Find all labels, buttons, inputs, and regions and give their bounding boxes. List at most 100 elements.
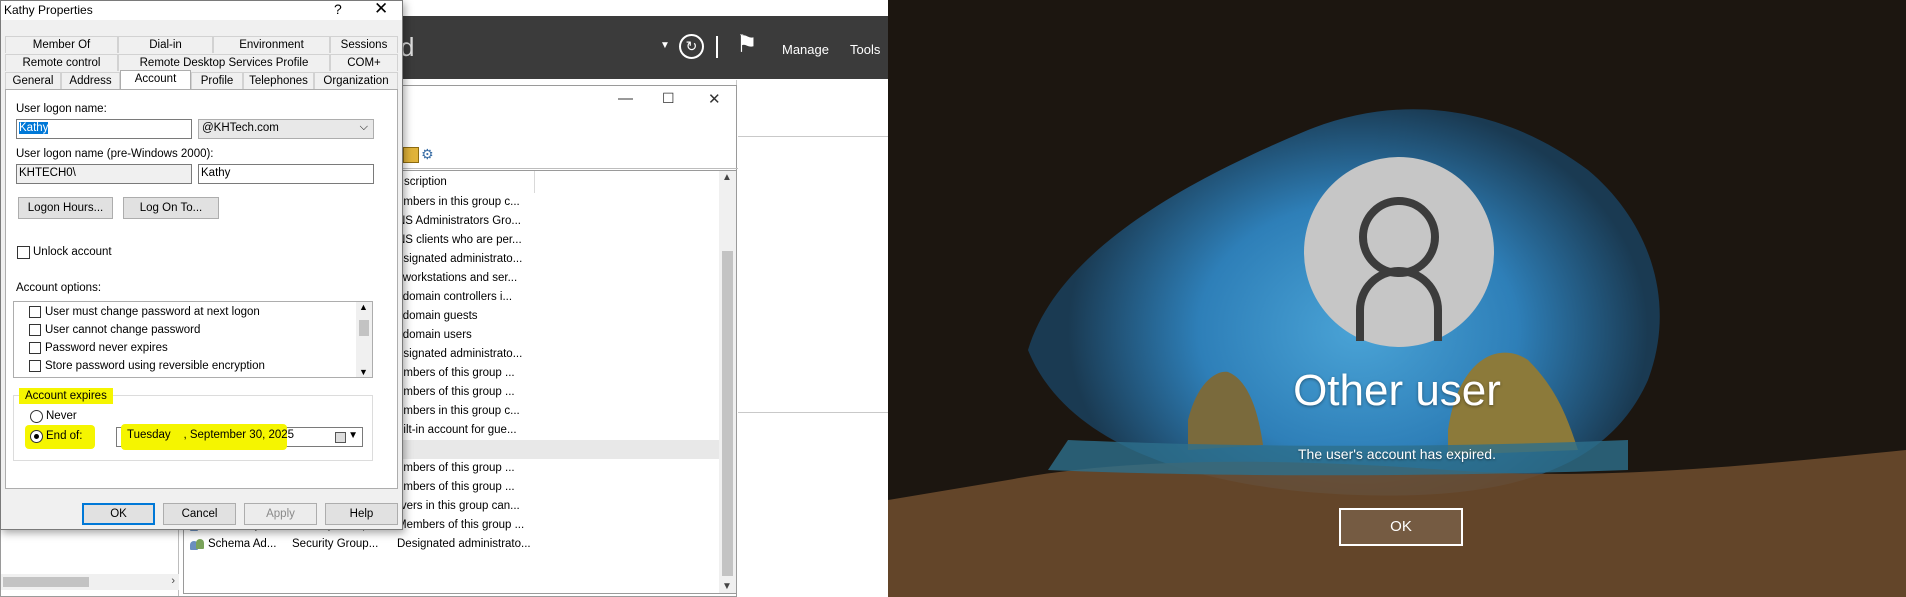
- logon-hours-button[interactable]: Logon Hours...: [18, 197, 113, 219]
- row-description: rvers in this group can...: [397, 500, 520, 512]
- dialog-title: Kathy Properties: [4, 3, 93, 17]
- option-checkbox[interactable]: [29, 306, 41, 318]
- tab-profile[interactable]: Profile: [191, 72, 243, 89]
- scroll-down-icon[interactable]: ▼: [722, 581, 732, 592]
- tab-rds-profile[interactable]: Remote Desktop Services Profile: [118, 54, 330, 71]
- table-row[interactable]: Schema Ad... Security Group... Designated …: [184, 535, 724, 554]
- row-description: NS Administrators Gro...: [397, 215, 521, 227]
- cancel-button[interactable]: Cancel: [163, 503, 236, 525]
- row-description: l domain controllers i...: [397, 291, 513, 303]
- scroll-up-icon[interactable]: ▲: [722, 172, 732, 183]
- server-manager-rule: [738, 412, 888, 413]
- user-icon: [1359, 197, 1439, 277]
- never-radio[interactable]: [30, 410, 43, 423]
- user-avatar: [1304, 157, 1494, 347]
- row-description: embers of this group ...: [397, 462, 515, 474]
- tab-environment[interactable]: Environment: [213, 36, 330, 53]
- option-checkbox[interactable]: [29, 324, 41, 336]
- account-options-label: Account options:: [16, 282, 102, 294]
- pre2000-domain-value: KHTECH0\: [19, 167, 76, 179]
- column-header-description[interactable]: scription: [404, 176, 447, 188]
- help-icon[interactable]: ?: [334, 1, 342, 17]
- refresh-icon[interactable]: ↻: [679, 34, 704, 59]
- option-checkbox[interactable]: [29, 360, 41, 372]
- tab-sessions[interactable]: Sessions: [330, 36, 398, 53]
- log-on-to-button[interactable]: Log On To...: [123, 197, 219, 219]
- upn-suffix-value: @KHTech.com: [202, 122, 279, 134]
- row-description: NS clients who are per...: [397, 234, 522, 246]
- server-manager-rule: [738, 136, 888, 137]
- minimize-icon[interactable]: —: [618, 90, 633, 107]
- tab-member-of[interactable]: Member Of: [5, 36, 118, 53]
- logon-name-input[interactable]: Kathy: [16, 119, 192, 139]
- scrollbar-thumb[interactable]: [359, 320, 369, 336]
- scrollbar-thumb[interactable]: [3, 577, 89, 587]
- folder-icon[interactable]: [403, 147, 419, 163]
- tab-remote-control[interactable]: Remote control: [5, 54, 118, 71]
- option-checkbox[interactable]: [29, 342, 41, 354]
- calendar-icon[interactable]: [335, 432, 346, 443]
- manage-menu[interactable]: Manage: [782, 42, 829, 57]
- apply-button[interactable]: Apply: [244, 503, 317, 525]
- tab-dial-in[interactable]: Dial-in: [118, 36, 213, 53]
- scroll-up-icon[interactable]: ▲: [359, 302, 368, 312]
- dropdown-arrow-icon[interactable]: ▼: [660, 40, 670, 51]
- end-of-label: End of:: [46, 430, 83, 442]
- tab-general[interactable]: General: [5, 72, 61, 89]
- tab-telephones[interactable]: Telephones: [243, 72, 314, 89]
- help-button[interactable]: Help: [325, 503, 398, 525]
- logon-name-label: User logon name:: [16, 103, 107, 115]
- row-description: Members of this group ...: [397, 519, 525, 531]
- row-type: Security Group...: [292, 538, 379, 550]
- lock-screen: Other user The user's account has expire…: [888, 0, 1906, 597]
- row-name: Schema Ad...: [208, 538, 277, 550]
- column-separator: [534, 171, 535, 193]
- tools-menu[interactable]: Tools: [850, 42, 880, 57]
- tree-horizontal-scrollbar[interactable]: ›: [1, 574, 179, 590]
- account-expires-label: Account expires: [19, 388, 113, 404]
- user-icon-body: [1356, 267, 1442, 341]
- unlock-account-checkbox[interactable]: [17, 246, 30, 259]
- chevron-down-icon[interactable]: ▼: [348, 430, 358, 441]
- row-description: embers of this group ...: [397, 481, 515, 493]
- server-manager-header: d ▼ ↻ ⚑ Manage Tools: [400, 16, 888, 79]
- row-description: Designated administrato...: [397, 538, 531, 550]
- list-vertical-scrollbar[interactable]: ▲ ▼: [719, 171, 736, 593]
- pre2000-user-input[interactable]: Kathy: [198, 164, 374, 184]
- tab-address[interactable]: Address: [61, 72, 120, 89]
- row-description: embers in this group c...: [397, 196, 520, 208]
- pre2000-user-value: Kathy: [201, 167, 231, 179]
- tab-organization[interactable]: Organization: [314, 72, 398, 89]
- close-icon[interactable]: ✕: [708, 90, 721, 108]
- find-users-icon[interactable]: ⚙: [421, 146, 434, 163]
- pre2000-domain-field: KHTECH0\: [16, 164, 192, 184]
- close-icon[interactable]: ✕: [374, 0, 388, 19]
- scrollbar-thumb[interactable]: [722, 251, 733, 576]
- options-vertical-scrollbar[interactable]: ▲ ▼: [356, 302, 372, 377]
- scroll-right-icon[interactable]: ›: [171, 575, 175, 587]
- end-of-radio[interactable]: [30, 430, 43, 443]
- tab-com-plus[interactable]: COM+: [330, 54, 398, 71]
- option-label: User cannot change password: [45, 324, 201, 336]
- maximize-icon[interactable]: ☐: [662, 90, 675, 107]
- login-ok-button[interactable]: OK: [1339, 508, 1463, 546]
- option-label: Store password using reversible encrypti…: [45, 360, 265, 372]
- notification-flag-icon[interactable]: ⚑: [736, 30, 758, 59]
- security-group-icon: [190, 538, 205, 551]
- option-label: Password never expires: [45, 342, 168, 354]
- dialog-titlebar: Kathy Properties ? ✕: [1, 0, 402, 20]
- logon-name-value: Kathy: [19, 122, 49, 134]
- ok-button[interactable]: OK: [82, 503, 155, 525]
- option-label: User must change password at next logon: [45, 306, 260, 318]
- row-description: embers of this group ...: [397, 386, 515, 398]
- pre2000-label: User logon name (pre-Windows 2000):: [16, 148, 214, 160]
- toolbar-separator: [716, 36, 718, 58]
- tab-account[interactable]: Account: [120, 70, 191, 89]
- account-options-list[interactable]: User must change password at next logon …: [13, 301, 373, 378]
- row-description: embers of this group ...: [397, 367, 515, 379]
- row-description: esignated administrato...: [397, 348, 523, 360]
- expiry-date-picker[interactable]: Tuesday , September 30, 2025 ▼: [116, 424, 363, 450]
- chevron-down-icon: ⌵: [359, 121, 368, 133]
- scroll-down-icon[interactable]: ▼: [359, 367, 368, 377]
- upn-suffix-select[interactable]: @KHTech.com ⌵: [198, 119, 374, 139]
